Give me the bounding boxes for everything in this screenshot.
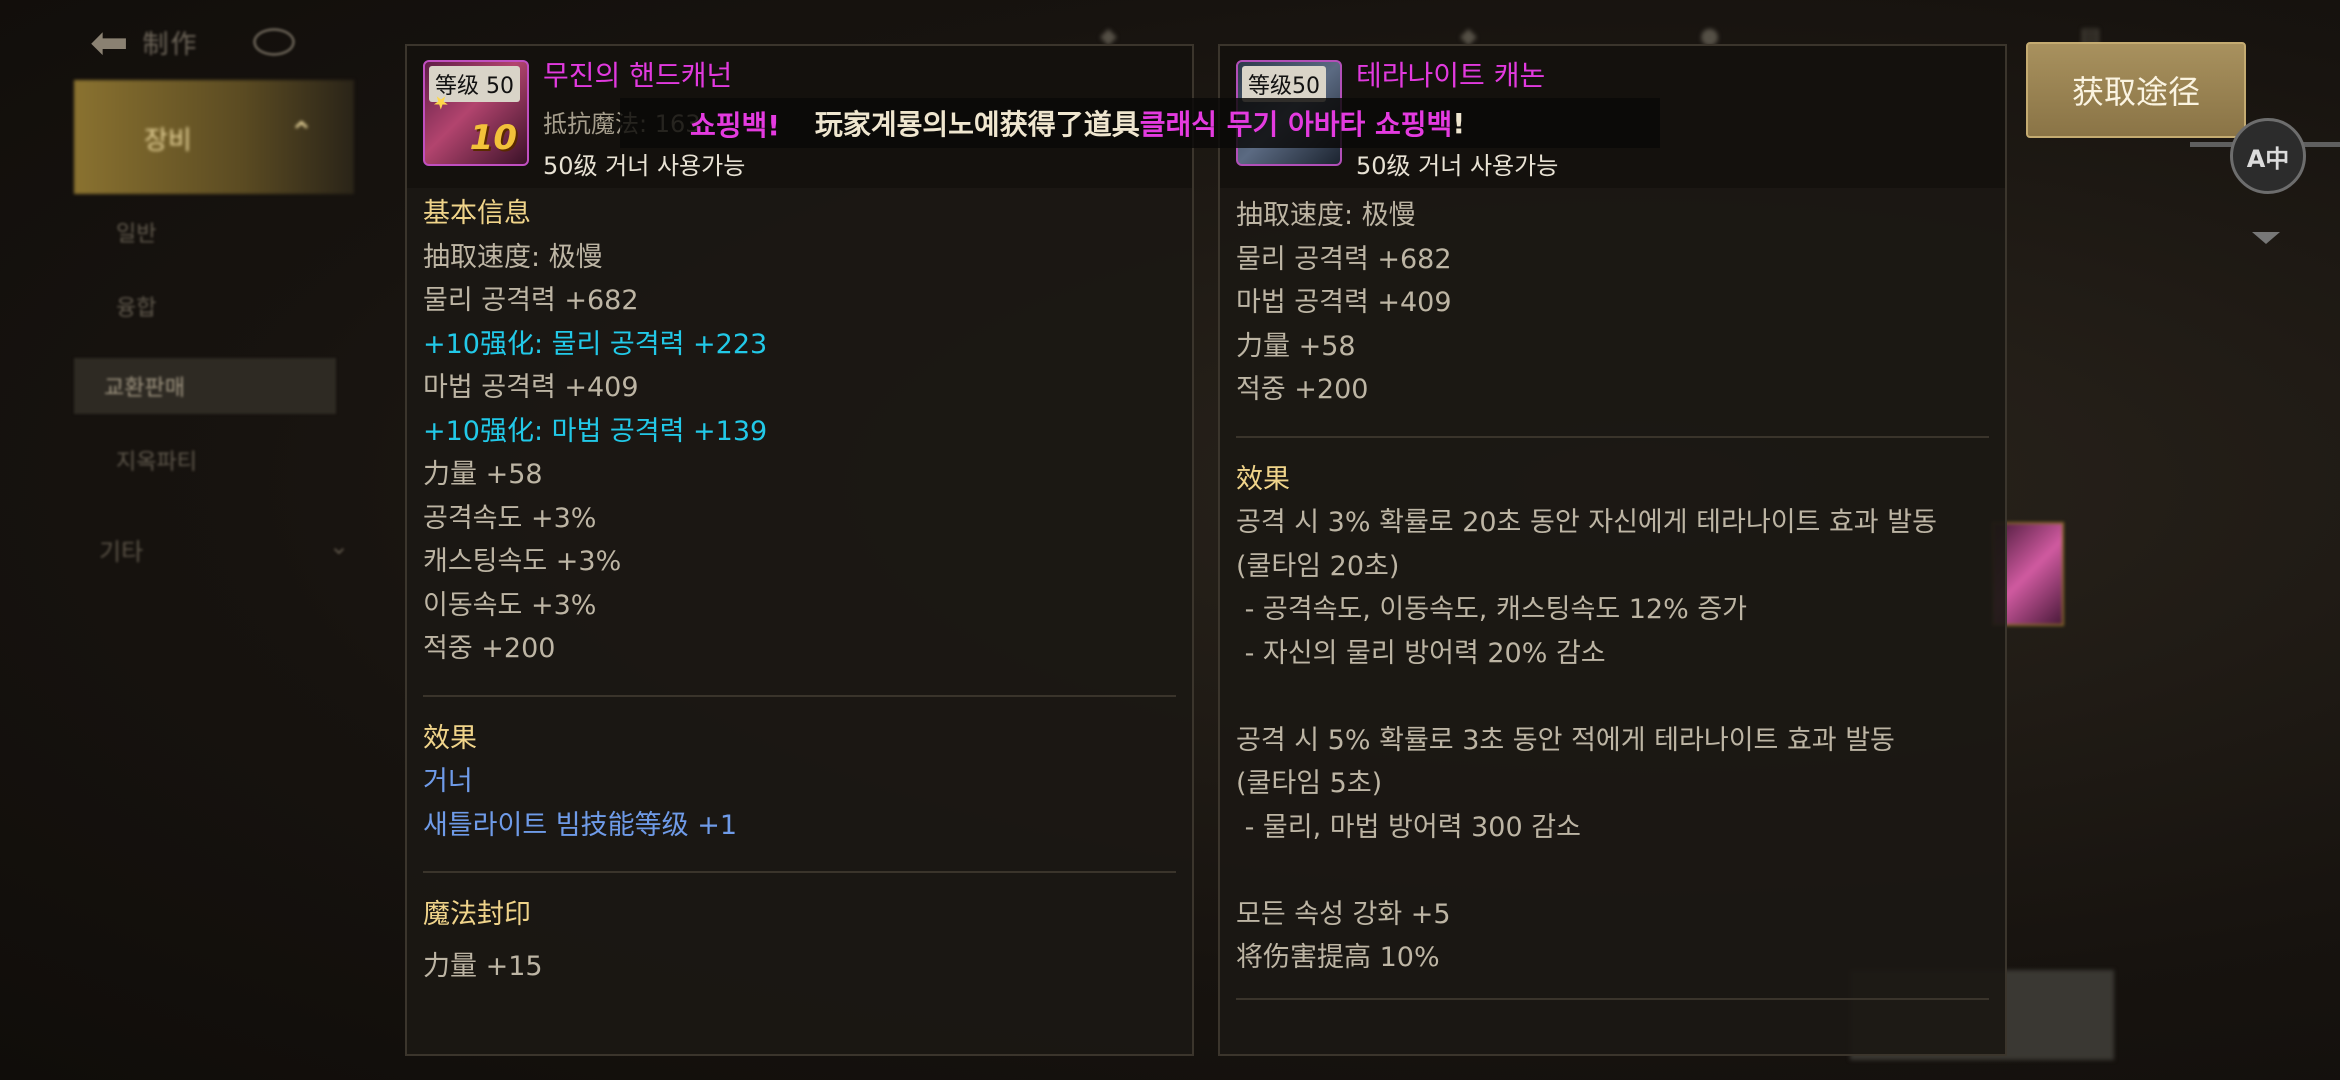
section-title-effect: 效果 — [1236, 463, 1290, 495]
item-tooltip-right: 等级50 테라나이트 캐논 50级 거너 사용가능 抽取速度: 极慢 물리 공격… — [1218, 44, 2007, 1056]
stat-line: 마법 공격력 +409 — [423, 372, 639, 403]
chevron-up-icon: ⌃ — [288, 116, 314, 151]
back-arrow-icon[interactable]: ⬅ — [90, 19, 129, 65]
stat-line: 抽取速度: 极慢 — [1236, 200, 1416, 231]
seal-line: 力量 +15 — [423, 950, 543, 982]
effect-line: 거너 — [423, 766, 473, 797]
broadcast-item: 클래식 무기 아바타 쇼핑백 — [1139, 108, 1453, 141]
effect-line: - 물리, 마법 방어력 300 감소 — [1236, 811, 1581, 843]
sidebar-tab-label: 장비 — [144, 126, 192, 156]
stat-line-enhance: +10强化: 마법 공격력 +139 — [423, 415, 768, 447]
enhance-level: 10 — [469, 118, 517, 158]
effect-line: 공격 시 3% 확률로 20초 동안 자신에게 테라나이트 효과 발동 — [1236, 507, 1937, 538]
top-nav: ⬅ 制作 — [90, 14, 295, 70]
effect-line: (쿨타임 20초) — [1236, 550, 1400, 582]
broadcast-prefix: 玩家계룡의노예获得了道具 — [814, 108, 1140, 141]
stat-line: 力量 +58 — [423, 459, 543, 490]
effect-line: 공격 시 5% 확률로 3초 동안 적에게 테라나이트 효과 발동 — [1236, 724, 1895, 756]
divider — [1236, 997, 1989, 1000]
sidebar: 장비 ⌃ 일반 융합 교환판매 지옥파티 기타 ⌄ — [74, 80, 354, 640]
item-usable: 50级 거너 사용가능 — [543, 152, 746, 180]
effect-spacer — [1236, 849, 1989, 893]
sidebar-item-label: 기타 — [99, 538, 144, 566]
stat-line-enhance: +10强化: 물리 공격력 +223 — [423, 328, 768, 360]
caret-down-icon[interactable] — [2252, 232, 2280, 244]
broadcast-suffix: ! — [1452, 106, 1466, 140]
sidebar-item-label: 융합 — [116, 296, 157, 321]
broadcast-previous-fragment: 쇼핑백! — [690, 109, 781, 142]
translate-icon[interactable]: A中 — [2230, 118, 2306, 194]
eye-icon[interactable] — [252, 28, 295, 56]
divider — [1236, 435, 1989, 438]
section-title-basic: 基本信息 — [423, 198, 531, 229]
sidebar-item-fusion[interactable]: 융합 — [86, 278, 336, 334]
divider — [423, 871, 1176, 873]
stat-line: 공격속도 +3% — [423, 502, 597, 534]
effect-line: 새틀라이트 빔技能等级 +1 — [423, 809, 738, 841]
item-tooltip-left: 等级 50 ★ 10 무진의 핸드캐넌 抵抗魔法: 163 50级 거너 사용가… — [405, 44, 1194, 1056]
stat-line: 抽取速度: 极慢 — [423, 241, 603, 273]
sidebar-item-label: 지옥파티 — [116, 450, 197, 475]
effect-line: - 공격속도, 이동속도, 캐스팅속도 12% 증가 — [1236, 594, 1748, 625]
effect-line: (쿨타임 5초) — [1236, 768, 1383, 799]
stat-line: 적중 +200 — [423, 633, 556, 664]
stat-line: 적중 +200 — [1236, 374, 1369, 405]
sidebar-item-label: 일반 — [116, 222, 157, 247]
stat-line: 물리 공격력 +682 — [1236, 243, 1452, 275]
effect-line: 将伤害提高 10% — [1236, 942, 1440, 973]
level-badge: 等级50 — [1242, 66, 1326, 102]
stat-line: 力量 +58 — [1236, 330, 1356, 362]
section-title-seal: 魔法封印 — [423, 899, 531, 930]
item-usable: 50级 거너 사용가능 — [1356, 152, 1559, 180]
acquire-route-button[interactable]: 获取途径 — [2026, 42, 2246, 138]
sidebar-item-hell-party[interactable]: 지옥파티 — [86, 432, 336, 488]
divider — [423, 694, 1176, 697]
effect-line: - 자신의 물리 방어력 20% 감소 — [1236, 637, 1606, 669]
effect-spacer — [1236, 675, 1989, 719]
chevron-down-icon: ⌄ — [328, 532, 349, 560]
page-title: 制作 — [142, 29, 199, 60]
section-title-effect: 效果 — [423, 722, 477, 754]
sidebar-item-trade[interactable]: 교환판매 — [74, 358, 336, 414]
stat-line: 물리 공격력 +682 — [423, 285, 639, 316]
stat-line: 마법 공격력 +409 — [1236, 287, 1452, 318]
item-name: 테라나이트 캐논 — [1356, 59, 1546, 92]
tooltip-body: 基本信息 抽取速度: 极慢 물리 공격력 +682 +10强化: 물리 공격력 … — [423, 192, 1176, 988]
effect-line: 모든 속성 강화 +5 — [1236, 898, 1451, 930]
sidebar-item-label: 교환판매 — [104, 376, 185, 401]
sidebar-tab-equipment[interactable]: 장비 ⌃ — [74, 80, 354, 194]
sidebar-item-general[interactable]: 일반 — [86, 204, 336, 260]
stat-line: 이동속도 +3% — [423, 589, 597, 621]
item-name: 무진의 핸드캐넌 — [543, 59, 733, 92]
tooltip-body: 抽取速度: 极慢 물리 공격력 +682 마법 공격력 +409 力量 +58 … — [1236, 194, 1989, 1020]
sidebar-item-other[interactable]: 기타 ⌄ — [99, 532, 349, 567]
stat-line: 캐스팅속도 +3% — [423, 546, 622, 577]
item-icon: 等级 50 ★ 10 — [423, 60, 529, 166]
